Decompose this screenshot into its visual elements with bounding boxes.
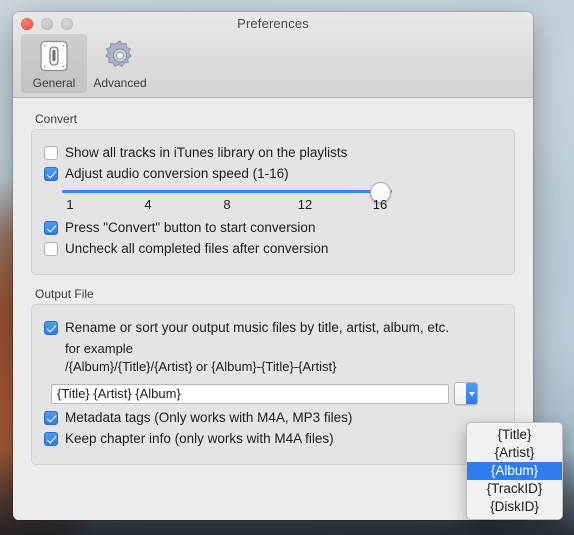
titlebar: Preferences bbox=[13, 12, 533, 34]
speed-slider-track[interactable] bbox=[62, 182, 392, 203]
checkbox-press-convert-label: Press "Convert" button to start conversi… bbox=[65, 220, 316, 235]
example-pattern: /{Album}/{Title}/{Artist} or {Album}-{Ti… bbox=[65, 359, 337, 374]
checkbox-row-metadata-tags[interactable]: Metadata tags (Only works with M4A, MP3 … bbox=[44, 410, 502, 426]
slider-tick-8: 8 bbox=[223, 197, 231, 212]
preferences-window: Preferences General Advanced Convert Sho… bbox=[13, 12, 533, 520]
checkbox-show-all-tracks-label: Show all tracks in iTunes library on the… bbox=[65, 145, 348, 160]
slider-tick-1: 1 bbox=[66, 197, 74, 212]
slider-tick-16: 16 bbox=[372, 197, 388, 212]
device-switch-icon bbox=[37, 38, 71, 74]
example-caption: for example bbox=[65, 341, 133, 356]
checkbox-uncheck-completed[interactable] bbox=[44, 242, 58, 256]
slider-tick-4: 4 bbox=[144, 197, 152, 212]
checkbox-metadata-tags-label: Metadata tags (Only works with M4A, MP3 … bbox=[65, 410, 353, 425]
checkbox-row-rename-sort[interactable]: Rename or sort your output music files b… bbox=[44, 320, 502, 336]
toolbar-tab-advanced[interactable]: Advanced bbox=[87, 34, 153, 93]
pattern-input[interactable] bbox=[51, 383, 449, 404]
checkbox-uncheck-completed-label: Uncheck all completed files after conver… bbox=[65, 241, 329, 256]
checkbox-row-keep-chapter-info[interactable]: Keep chapter info (only works with M4A f… bbox=[44, 431, 502, 447]
menu-item-title[interactable]: {Title} bbox=[467, 426, 562, 444]
convert-group-label: Convert bbox=[35, 112, 78, 126]
pattern-dropdown-button[interactable] bbox=[454, 382, 478, 405]
pattern-dropdown-menu[interactable]: {Title} {Artist} {Album} {TrackID} {Disk… bbox=[466, 422, 563, 520]
pattern-field-row bbox=[51, 382, 502, 405]
toolbar-tab-advanced-label: Advanced bbox=[93, 76, 147, 90]
checkbox-show-all-tracks[interactable] bbox=[44, 146, 58, 160]
checkbox-metadata-tags[interactable] bbox=[44, 411, 58, 425]
output-file-group-label: Output File bbox=[35, 287, 94, 301]
checkbox-row-show-all-tracks[interactable]: Show all tracks in iTunes library on the… bbox=[44, 145, 502, 161]
speed-slider-ticks: 1 4 8 12 16 bbox=[62, 197, 392, 215]
gear-icon bbox=[103, 38, 137, 74]
checkbox-rename-sort[interactable] bbox=[44, 321, 58, 335]
convert-group-box: Show all tracks in iTunes library on the… bbox=[31, 129, 515, 275]
checkbox-keep-chapter-info[interactable] bbox=[44, 432, 58, 446]
checkbox-rename-sort-label: Rename or sort your output music files b… bbox=[65, 320, 450, 335]
checkbox-adjust-speed[interactable] bbox=[44, 167, 58, 181]
menu-item-album[interactable]: {Album} bbox=[467, 462, 562, 480]
menu-item-artist[interactable]: {Artist} bbox=[467, 444, 562, 462]
traffic-light-buttons[interactable] bbox=[21, 18, 73, 30]
slider-tick-12: 12 bbox=[297, 197, 313, 212]
checkbox-press-convert[interactable] bbox=[44, 221, 58, 235]
output-file-group-box: Rename or sort your output music files b… bbox=[31, 304, 515, 465]
maximize-button[interactable] bbox=[61, 18, 73, 30]
speed-slider[interactable]: 1 4 8 12 16 bbox=[62, 182, 392, 215]
checkbox-row-press-convert[interactable]: Press "Convert" button to start conversi… bbox=[44, 220, 502, 236]
toolbar-tab-general[interactable]: General bbox=[21, 34, 87, 93]
checkbox-adjust-speed-label: Adjust audio conversion speed (1-16) bbox=[65, 166, 289, 181]
checkbox-row-uncheck-completed[interactable]: Uncheck all completed files after conver… bbox=[44, 241, 502, 257]
minimize-button[interactable] bbox=[41, 18, 53, 30]
chevron-down-icon bbox=[466, 383, 477, 404]
checkbox-keep-chapter-info-label: Keep chapter info (only works with M4A f… bbox=[65, 431, 334, 446]
menu-item-trackid[interactable]: {TrackID} bbox=[467, 480, 562, 498]
toolbar-tab-general-label: General bbox=[32, 76, 76, 90]
checkbox-row-adjust-speed[interactable]: Adjust audio conversion speed (1-16) bbox=[44, 166, 502, 182]
window-title: Preferences bbox=[237, 15, 309, 31]
output-file-section: Output File Rename or sort your output m… bbox=[31, 287, 515, 465]
convert-section: Convert Show all tracks in iTunes librar… bbox=[31, 112, 515, 275]
toolbar: General Advanced bbox=[13, 34, 533, 97]
close-button[interactable] bbox=[21, 18, 33, 30]
preferences-content: Convert Show all tracks in iTunes librar… bbox=[13, 98, 533, 520]
window-chrome: Preferences General Advanced bbox=[13, 12, 533, 98]
menu-item-diskid[interactable]: {DiskID} bbox=[467, 498, 562, 516]
